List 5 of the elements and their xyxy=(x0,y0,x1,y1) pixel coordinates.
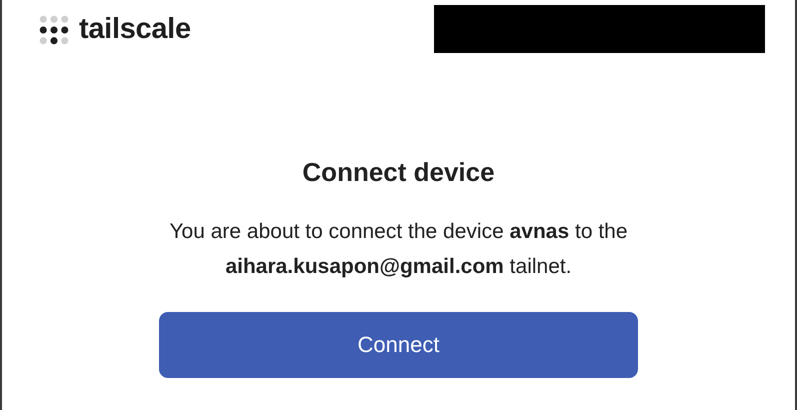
connect-button[interactable]: Connect xyxy=(159,312,638,378)
dialog-message: You are about to connect the device avnas to the aihara.kusapon@gmail.com tailnet. xyxy=(168,219,629,280)
dialog-title: Connect device xyxy=(302,157,495,188)
logo-wordmark: tailscale xyxy=(79,13,191,46)
logo-icon xyxy=(39,14,69,44)
